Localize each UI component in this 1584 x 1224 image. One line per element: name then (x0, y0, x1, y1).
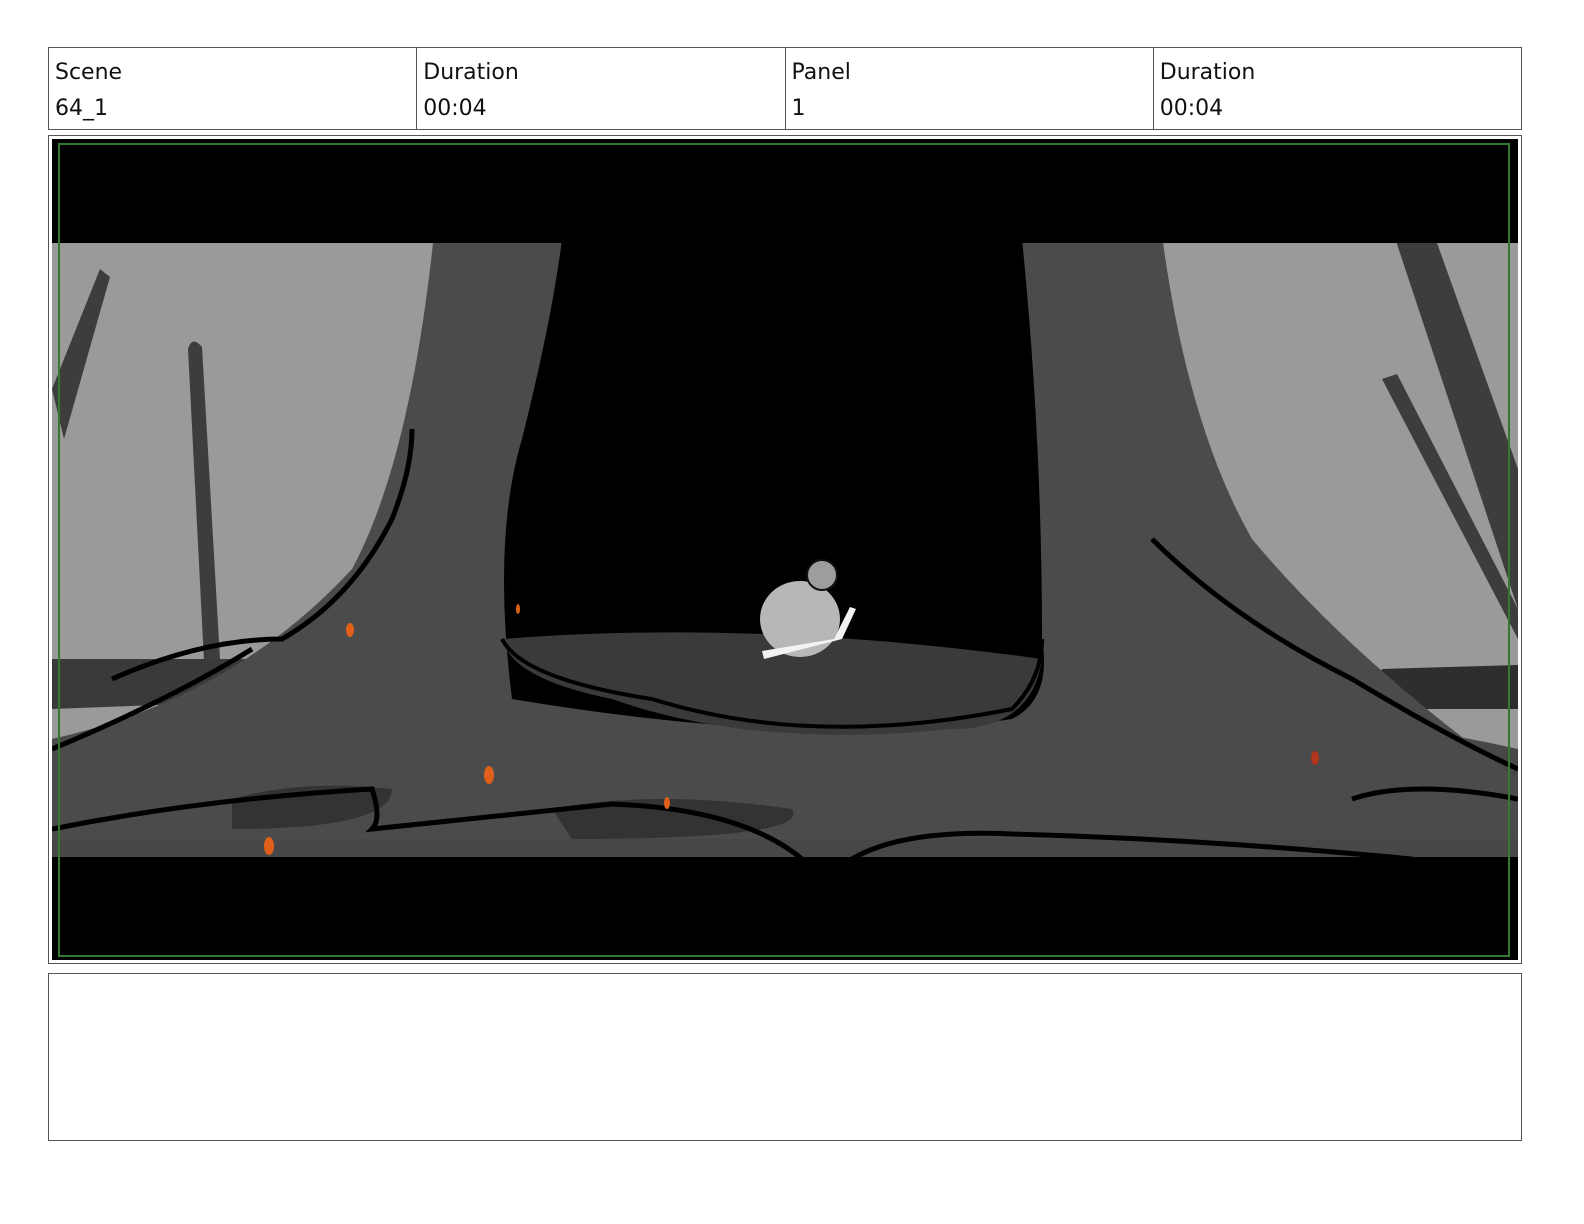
letterbox-bottom (52, 857, 1518, 960)
panel-artwork (52, 139, 1518, 960)
panel-cell: Panel 1 (786, 48, 1154, 129)
scene-duration-label: Duration (423, 60, 519, 85)
panel-label: Panel (791, 60, 851, 85)
scene-duration-value: 00:04 (423, 96, 487, 121)
ember-5 (516, 604, 520, 614)
panel-duration-value: 00:04 (1159, 96, 1224, 121)
ember-6 (1311, 751, 1319, 765)
scene-value: 64_1 (55, 96, 108, 121)
panel-value: 1 (791, 96, 806, 121)
panel-header: Scene 64_1 Duration 00:04 Panel 1 Durati… (48, 47, 1522, 130)
ember-1 (346, 623, 354, 637)
scene-duration-cell: Duration 00:04 (417, 48, 786, 129)
storyboard-panel (48, 135, 1522, 964)
ember-3 (664, 797, 670, 809)
ember-2 (484, 766, 494, 784)
ember-4 (264, 837, 274, 855)
scene-cell: Scene 64_1 (49, 48, 418, 129)
notes-box[interactable] (48, 973, 1522, 1141)
letterbox-top (52, 139, 1518, 243)
panel-duration-label: Duration (1159, 60, 1256, 85)
panel-duration-cell: Duration 00:04 (1154, 48, 1521, 129)
scene-label: Scene (55, 60, 123, 85)
